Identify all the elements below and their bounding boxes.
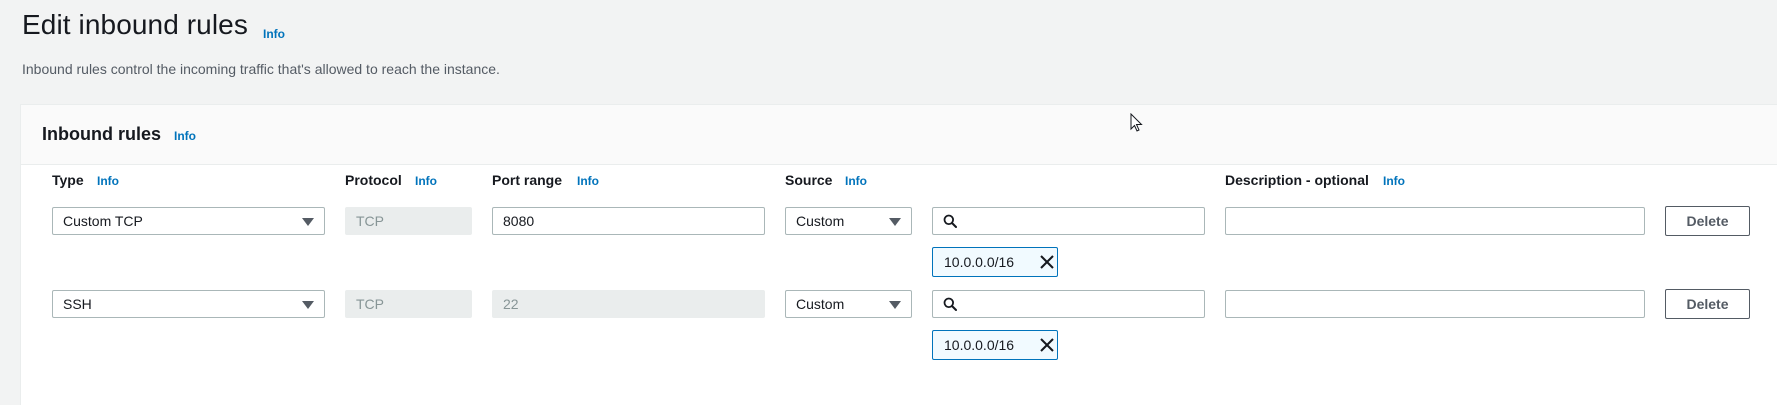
delete-rule-button[interactable]: Delete [1665, 206, 1750, 236]
page-description: Inbound rules control the incoming traff… [22, 61, 500, 77]
source-token: 10.0.0.0/16 [932, 247, 1058, 277]
protocol-field: TCP [345, 290, 472, 318]
column-info-description[interactable]: Info [1383, 174, 1405, 188]
delete-rule-button[interactable]: Delete [1665, 289, 1750, 319]
caret-down-icon [889, 301, 901, 309]
mouse-cursor-icon [1130, 113, 1143, 132]
source-token-label: 10.0.0.0/16 [944, 337, 1015, 353]
caret-down-icon [302, 218, 314, 226]
port-range-input[interactable]: 8080 [492, 207, 765, 235]
description-input[interactable] [1225, 207, 1645, 235]
column-label-source: Source [785, 172, 833, 188]
column-label-description: Description - optional [1225, 172, 1369, 188]
source-type-select[interactable]: Custom [785, 207, 912, 235]
column-info-source[interactable]: Info [845, 174, 867, 188]
source-token: 10.0.0.0/16 [932, 330, 1058, 360]
panel-info-link[interactable]: Info [174, 129, 196, 143]
close-icon[interactable] [1038, 336, 1056, 354]
port-range-field: 22 [492, 290, 765, 318]
inbound-rules-panel: Inbound rules Info Type Info Protocol In… [20, 104, 1777, 405]
description-input[interactable] [1225, 290, 1645, 318]
source-type-value: Custom [796, 213, 845, 229]
protocol-field: TCP [345, 207, 472, 235]
panel-title: Inbound rules [42, 124, 161, 144]
protocol-value: TCP [356, 296, 384, 312]
type-select-value: SSH [63, 296, 92, 312]
source-search-input[interactable] [932, 207, 1205, 235]
close-icon[interactable] [1038, 253, 1056, 271]
port-range-value: 8080 [503, 213, 535, 229]
column-label-type: Type [52, 172, 84, 188]
column-label-port-range: Port range [492, 172, 563, 188]
caret-down-icon [889, 218, 901, 226]
protocol-value: TCP [356, 213, 384, 229]
page-title: Edit inbound rules [22, 9, 248, 40]
source-search-input[interactable] [932, 290, 1205, 318]
type-select[interactable]: Custom TCP [52, 207, 325, 235]
panel-header: Inbound rules Info [21, 105, 1777, 165]
column-info-port-range[interactable]: Info [577, 174, 599, 188]
source-type-select[interactable]: Custom [785, 290, 912, 318]
column-info-type[interactable]: Info [97, 174, 119, 188]
page-title-info-link[interactable]: Info [263, 27, 285, 41]
search-icon [943, 297, 957, 311]
source-type-value: Custom [796, 296, 845, 312]
column-info-protocol[interactable]: Info [415, 174, 437, 188]
search-icon [943, 214, 957, 228]
column-label-protocol: Protocol [345, 172, 402, 188]
source-token-label: 10.0.0.0/16 [944, 254, 1015, 270]
port-range-value: 22 [503, 296, 519, 312]
type-select-value: Custom TCP [63, 213, 143, 229]
type-select[interactable]: SSH [52, 290, 325, 318]
caret-down-icon [302, 301, 314, 309]
